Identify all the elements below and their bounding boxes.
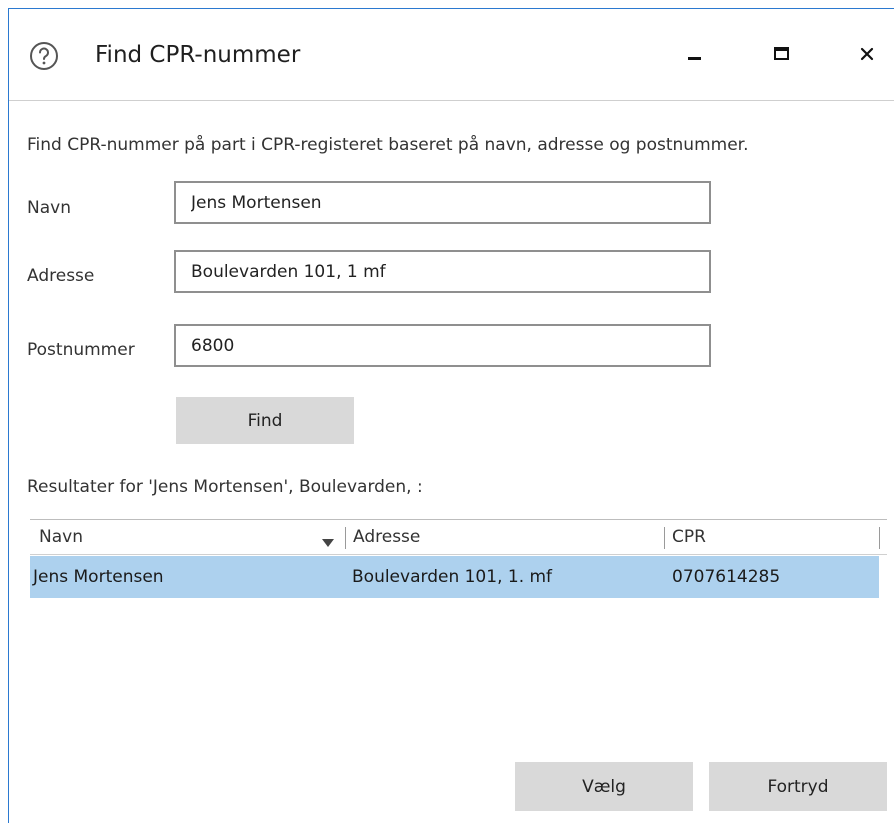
cancel-button[interactable]: Fortryd xyxy=(709,762,887,811)
minimize-icon xyxy=(685,44,705,68)
select-button[interactable]: Vælg xyxy=(515,762,693,811)
column-divider[interactable] xyxy=(664,527,665,549)
window-title: Find CPR-nummer xyxy=(95,42,301,68)
maximize-icon xyxy=(772,44,792,68)
postcode-label: Postnummer xyxy=(27,340,135,360)
close-icon xyxy=(857,44,877,68)
address-input[interactable] xyxy=(174,250,711,293)
column-divider[interactable] xyxy=(879,527,880,549)
find-cpr-dialog: Find CPR-nummer Find CPR-nummer på part … xyxy=(8,8,894,823)
table-row[interactable]: Jens Mortensen Boulevarden 101, 1. mf 07… xyxy=(30,556,879,598)
cell-navn: Jens Mortensen xyxy=(33,567,164,587)
table-header: Navn Adresse CPR xyxy=(30,519,887,555)
minimize-button[interactable] xyxy=(675,39,715,73)
column-header-navn[interactable]: Navn xyxy=(39,520,83,554)
address-label: Adresse xyxy=(27,266,95,286)
help-circle-icon[interactable] xyxy=(29,41,59,71)
name-label: Navn xyxy=(27,198,71,218)
dialog-description: Find CPR-nummer på part i CPR-registeret… xyxy=(27,135,749,155)
column-divider[interactable] xyxy=(345,527,346,549)
sort-down-icon[interactable] xyxy=(321,533,335,552)
close-button[interactable] xyxy=(847,39,887,73)
results-summary: Resultater for 'Jens Mortensen', Bouleva… xyxy=(27,477,423,497)
column-header-cpr[interactable]: CPR xyxy=(672,520,706,554)
cell-cpr: 0707614285 xyxy=(672,567,781,587)
cell-adresse: Boulevarden 101, 1. mf xyxy=(352,567,553,587)
name-input[interactable] xyxy=(174,181,711,224)
postcode-input[interactable] xyxy=(174,324,711,367)
maximize-button[interactable] xyxy=(762,39,802,73)
results-table: Navn Adresse CPR Jens Mortensen Boulevar… xyxy=(30,519,887,639)
find-button[interactable]: Find xyxy=(176,397,354,444)
title-bar[interactable]: Find CPR-nummer xyxy=(9,9,894,101)
column-header-adresse[interactable]: Adresse xyxy=(353,520,420,554)
